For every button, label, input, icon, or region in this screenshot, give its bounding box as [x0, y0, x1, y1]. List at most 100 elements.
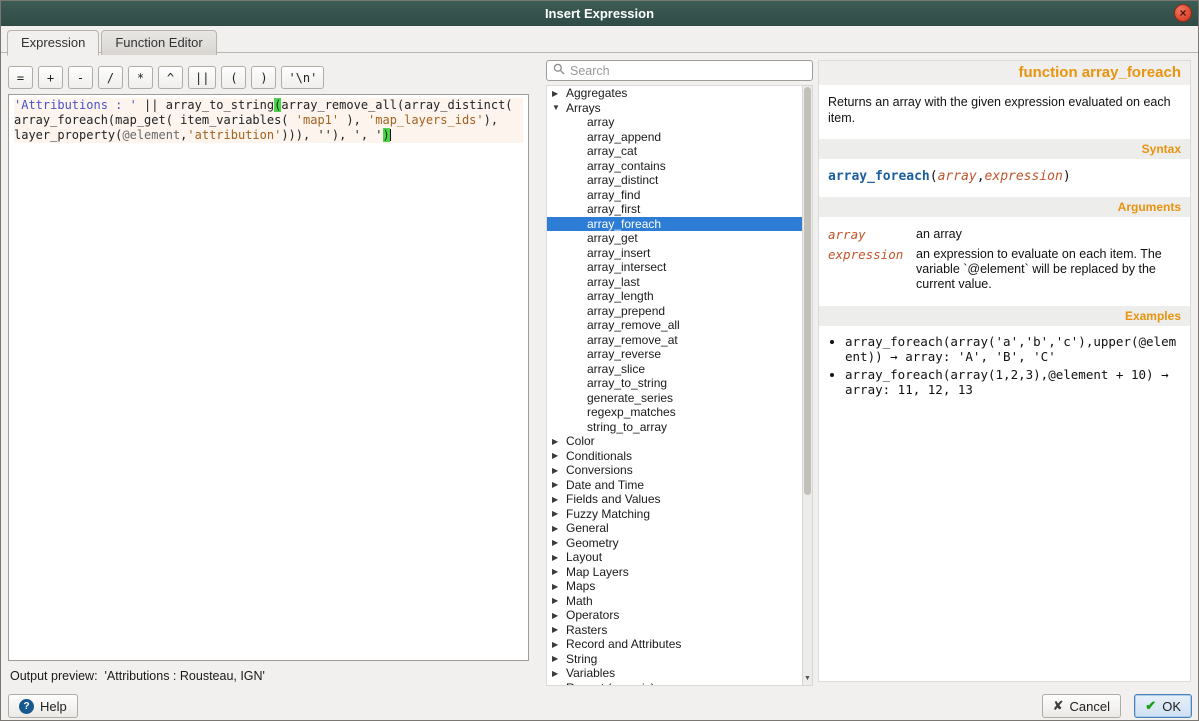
- expression-token: @element: [122, 128, 180, 142]
- chevron-right-icon: ▶: [552, 625, 566, 634]
- tree-group-label: Arrays: [566, 101, 601, 115]
- tree-group-fields-and-values[interactable]: ▶Fields and Values: [547, 492, 802, 507]
- arguments-header: Arguments: [819, 197, 1190, 217]
- syntax-argument: expression: [985, 169, 1063, 184]
- expression-token: ): [383, 128, 390, 142]
- tree-group-conversions[interactable]: ▶Conversions: [547, 463, 802, 478]
- tree-group-geometry[interactable]: ▶Geometry: [547, 536, 802, 551]
- operator-button-equal[interactable]: =: [8, 66, 33, 89]
- tree-item-generate-series[interactable]: generate_series: [547, 391, 802, 406]
- tree-group-conditionals[interactable]: ▶Conditionals: [547, 449, 802, 464]
- tree-item-array-reverse[interactable]: array_reverse: [547, 347, 802, 362]
- chevron-right-icon: ▶: [552, 567, 566, 576]
- operator-button-plus[interactable]: +: [38, 66, 63, 89]
- tree-item-array-remove-at[interactable]: array_remove_at: [547, 333, 802, 348]
- ok-button-label: OK: [1162, 699, 1181, 714]
- tree-group-color[interactable]: ▶Color: [547, 434, 802, 449]
- cancel-button[interactable]: ✘ Cancel: [1042, 694, 1121, 718]
- tree-group-map-layers[interactable]: ▶Map Layers: [547, 565, 802, 580]
- expression-token: ', ': [354, 128, 383, 142]
- tree-group-label: Geometry: [566, 536, 619, 550]
- tree-item-array[interactable]: array: [547, 115, 802, 130]
- expression-token: 'map_layers_ids': [368, 113, 484, 127]
- operator-button-multiply[interactable]: *: [128, 66, 153, 89]
- tab-expression[interactable]: Expression: [7, 30, 99, 56]
- operator-button-power[interactable]: ^: [158, 66, 183, 89]
- tree-group-maps[interactable]: ▶Maps: [547, 579, 802, 594]
- tree-item-array-remove-all[interactable]: array_remove_all: [547, 318, 802, 333]
- tree-group-operators[interactable]: ▶Operators: [547, 608, 802, 623]
- search-input[interactable]: [570, 64, 806, 78]
- operator-button-minus[interactable]: -: [68, 66, 93, 89]
- chevron-right-icon: ▶: [552, 596, 566, 605]
- tree-group-label: Rasters: [566, 623, 607, 637]
- examples-list: array_foreach(array('a','b','c'),upper(@…: [845, 334, 1182, 397]
- tree-group-fuzzy-matching[interactable]: ▶Fuzzy Matching: [547, 507, 802, 522]
- search-icon: [553, 63, 565, 78]
- tree-item-array-append[interactable]: array_append: [547, 130, 802, 145]
- tree-group-label: Fields and Values: [566, 492, 661, 506]
- tab-function-editor[interactable]: Function Editor: [101, 30, 216, 55]
- expression-editor[interactable]: 'Attributions : ' || array_to_string(arr…: [8, 94, 529, 661]
- expression-token: ),: [339, 113, 368, 127]
- tree-group-date-and-time[interactable]: ▶Date and Time: [547, 478, 802, 493]
- operator-button-open-paren[interactable]: (: [221, 66, 246, 89]
- operator-button-concat[interactable]: ||: [188, 66, 216, 89]
- help-button[interactable]: ? Help: [8, 694, 78, 718]
- close-icon: ×: [1179, 6, 1186, 20]
- tree-group-label: Maps: [566, 579, 595, 593]
- expression-line: 'Attributions : ' || array_to_string(arr…: [14, 98, 523, 113]
- tree-group-math[interactable]: ▶Math: [547, 594, 802, 609]
- tree-item-array-slice[interactable]: array_slice: [547, 362, 802, 377]
- tree-item-array-intersect[interactable]: array_intersect: [547, 260, 802, 275]
- operator-button-divide[interactable]: /: [98, 66, 123, 89]
- argument-name: expression: [828, 247, 916, 292]
- tree-item-array-prepend[interactable]: array_prepend: [547, 304, 802, 319]
- tree-item-array-first[interactable]: array_first: [547, 202, 802, 217]
- tree-group-rasters[interactable]: ▶Rasters: [547, 623, 802, 638]
- expression-token: array_remove_all(array_distinct(: [281, 98, 512, 112]
- operator-button-close-paren[interactable]: ): [251, 66, 276, 89]
- tree-group-aggregates[interactable]: ▶Aggregates: [547, 86, 802, 101]
- tree-group-layout[interactable]: ▶Layout: [547, 550, 802, 565]
- help-description: Returns an array with the given expressi…: [819, 85, 1190, 139]
- chevron-down-icon: ▼: [552, 103, 566, 112]
- expression-token: ||: [137, 98, 166, 112]
- ok-button[interactable]: ✔ OK: [1134, 694, 1192, 718]
- tree-item-array-last[interactable]: array_last: [547, 275, 802, 290]
- tree-group-recent-generic[interactable]: ▼Recent (generic): [547, 681, 802, 687]
- tree-group-variables[interactable]: ▶Variables: [547, 666, 802, 681]
- scroll-down-arrow-icon[interactable]: ▼: [803, 672, 812, 685]
- chevron-right-icon: ▶: [552, 451, 566, 460]
- tree-group-arrays[interactable]: ▼Arrays: [547, 101, 802, 116]
- close-button[interactable]: ×: [1174, 4, 1192, 22]
- tree-item-array-insert[interactable]: array_insert: [547, 246, 802, 261]
- expression-token: array_to_string: [166, 98, 274, 112]
- argument-description: an expression to evaluate on each item. …: [916, 247, 1181, 292]
- chevron-right-icon: ▶: [552, 466, 566, 475]
- tree-group-record-and-attributes[interactable]: ▶Record and Attributes: [547, 637, 802, 652]
- tree-group-string[interactable]: ▶String: [547, 652, 802, 667]
- scrollbar-thumb[interactable]: [804, 87, 811, 495]
- tree-item-array-get[interactable]: array_get: [547, 231, 802, 246]
- tree-item-array-cat[interactable]: array_cat: [547, 144, 802, 159]
- expression-token: array_foreach(map_get( item_variables(: [14, 113, 296, 127]
- tree-item-string-to-array[interactable]: string_to_array: [547, 420, 802, 435]
- tree-item-array-distinct[interactable]: array_distinct: [547, 173, 802, 188]
- tree-item-array-find[interactable]: array_find: [547, 188, 802, 203]
- operator-button-newline[interactable]: '\n': [281, 66, 324, 89]
- search-box: [546, 60, 813, 81]
- expression-token: 'Attributions : ': [14, 98, 137, 112]
- tree-scrollbar[interactable]: ▼: [802, 85, 813, 686]
- tree-item-array-length[interactable]: array_length: [547, 289, 802, 304]
- chevron-right-icon: ▶: [552, 538, 566, 547]
- tree-group-label: Date and Time: [566, 478, 644, 492]
- tree-item-array-contains[interactable]: array_contains: [547, 159, 802, 174]
- tree-item-array-to-string[interactable]: array_to_string: [547, 376, 802, 391]
- tree-item-regexp-matches[interactable]: regexp_matches: [547, 405, 802, 420]
- tree-group-label: Map Layers: [566, 565, 629, 579]
- tree-group-general[interactable]: ▶General: [547, 521, 802, 536]
- expression-token: ),: [332, 128, 354, 142]
- help-title: function array_foreach: [819, 61, 1190, 85]
- tree-item-array-foreach[interactable]: array_foreach: [547, 217, 802, 232]
